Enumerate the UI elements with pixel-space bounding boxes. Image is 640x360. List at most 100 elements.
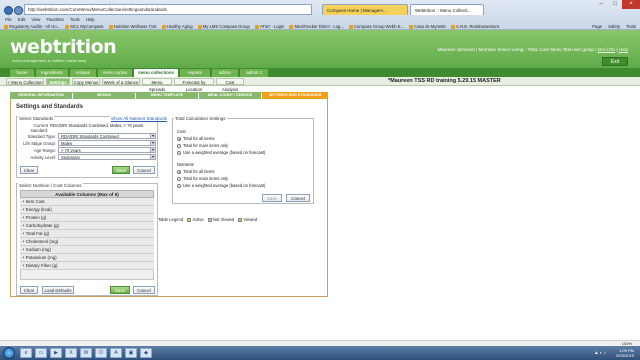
- module-tabs: home ingredients recipes menu cycles men…: [0, 68, 640, 77]
- standards-cancel-button[interactable]: Cancel: [133, 166, 155, 174]
- column-item[interactable]: + Total Fat (g): [20, 230, 154, 238]
- column-item[interactable]: + Carbohydrate (g): [20, 222, 154, 230]
- acrobat-icon[interactable]: A: [110, 348, 122, 358]
- tab-menu-cycles[interactable]: menu cycles: [98, 69, 132, 77]
- nutrient-option-all[interactable]: Total for all items: [177, 169, 214, 174]
- mail-link[interactable]: Mail (29): [598, 47, 616, 52]
- column-item-label: Protein (g): [25, 215, 47, 220]
- subnav-cost-analysis[interactable]: Cost Analysis: [216, 78, 244, 92]
- menu-view[interactable]: View: [31, 17, 40, 22]
- media-icon[interactable]: ▶: [50, 348, 62, 358]
- step-menu-template[interactable]: MENU TEMPLATE: [136, 92, 198, 99]
- maximize-icon[interactable]: □: [608, 0, 622, 9]
- standards-save-button[interactable]: Save: [112, 166, 130, 174]
- favorite-item[interactable]: Compass Group Webb E...: [349, 24, 404, 29]
- favorite-item[interactable]: Healthy Aging: [161, 24, 193, 29]
- show-all-nutrient-standards-link[interactable]: Show All Nutrient Standards: [110, 116, 169, 121]
- menu-help[interactable]: Help: [86, 17, 95, 22]
- tab-admin-2[interactable]: admin 2: [240, 69, 268, 77]
- tab-recipes[interactable]: recipes: [70, 69, 96, 77]
- word-icon[interactable]: W: [80, 348, 92, 358]
- nutrient-option-main[interactable]: Total for main items only: [177, 176, 228, 181]
- minimize-icon[interactable]: –: [594, 0, 608, 9]
- safety-menu[interactable]: Safety: [608, 24, 620, 29]
- life-stage-select[interactable]: Males ▼: [58, 140, 156, 146]
- step-meal-count-census[interactable]: MEAL COUNT / CENSUS: [199, 92, 261, 99]
- forward-icon[interactable]: [14, 6, 23, 15]
- column-item[interactable]: + Protein (g): [20, 214, 154, 222]
- back-icon[interactable]: [4, 6, 13, 15]
- menu-file[interactable]: File: [5, 17, 12, 22]
- columns-cancel-button[interactable]: Cancel: [133, 286, 155, 294]
- excel-icon[interactable]: X: [65, 348, 77, 358]
- subnav-menu-spreads[interactable]: Menu Spreads: [142, 78, 172, 92]
- legend-title: Table Legend: [158, 217, 184, 222]
- nutrient-option-weighted[interactable]: Use a weighted average (based on forecas…: [177, 183, 265, 188]
- favorite-item[interactable]: MealTracker Direct - Log...: [289, 24, 344, 29]
- column-item[interactable]: + Item Cost: [20, 198, 154, 206]
- back-to-menu-collection[interactable]: < Menu Collection: [6, 78, 44, 85]
- column-item[interactable]: + Energy (kcal): [20, 206, 154, 214]
- activity-level-select[interactable]: Sedentary ▼: [58, 154, 156, 160]
- age-range-select[interactable]: > 70 years ▼: [58, 147, 156, 153]
- tab-menu-collections[interactable]: menu collections: [134, 69, 178, 77]
- subnav-settings[interactable]: Settings: [46, 78, 70, 85]
- tab-compass-home[interactable]: Compass Home | Managem...: [322, 4, 408, 15]
- chevron-down-icon: ▼: [150, 141, 155, 145]
- subnav-week-glance[interactable]: Week of a Glance: [102, 78, 140, 85]
- tab-ingredients[interactable]: ingredients: [36, 69, 68, 77]
- app-icon[interactable]: ▣: [125, 348, 137, 358]
- favorite-item[interactable]: A.N.D. Reimbursement: [451, 24, 499, 29]
- favorite-item[interactable]: Nutrition Wellness TSS: [108, 24, 157, 29]
- page-menu[interactable]: Page: [592, 24, 602, 29]
- ie-icon[interactable]: e: [20, 348, 32, 358]
- step-menus[interactable]: MENUS: [73, 92, 135, 99]
- cost-option-all[interactable]: Total for all items: [177, 136, 214, 141]
- standard-type-select[interactable]: RDA/DRI Standards Combined ▼: [58, 133, 156, 139]
- menu-edit[interactable]: Edit: [18, 17, 25, 22]
- address-bar[interactable]: http://webtrition.com/CoreMenu/MenuColle…: [24, 4, 312, 15]
- favorite-item[interactable]: AT&T - Login: [254, 24, 284, 29]
- subnav-forecast-location[interactable]: Forecast by Location: [174, 78, 214, 92]
- column-item[interactable]: + Cholesterol (mg): [20, 238, 154, 246]
- outlook-icon[interactable]: O: [95, 348, 107, 358]
- standards-clear-button[interactable]: Clear: [20, 166, 38, 174]
- tab-webtrition[interactable]: Webtrition :: Menu Collecti...: [410, 4, 484, 15]
- folder-icon[interactable]: ▭: [35, 348, 47, 358]
- tools-menu[interactable]: Tools: [626, 24, 636, 29]
- tab-admin[interactable]: admin: [212, 69, 238, 77]
- calc-save-button[interactable]: Save: [262, 194, 282, 202]
- age-range-label: Age Range:: [33, 148, 56, 153]
- system-tray[interactable]: ▲ ◐ ♪: [594, 350, 606, 355]
- age-range-value: > 70 years: [61, 148, 81, 153]
- columns-save-button[interactable]: Save: [110, 286, 130, 294]
- start-button[interactable]: [3, 347, 15, 359]
- calc-cancel-button[interactable]: Cancel: [286, 194, 310, 202]
- columns-clear-button[interactable]: Clear: [20, 286, 38, 294]
- exit-button[interactable]: Exit: [602, 57, 628, 66]
- browser-chrome: http://webtrition.com/CoreMenu/MenuColle…: [0, 0, 640, 30]
- load-defaults-button[interactable]: Load Defaults: [42, 286, 74, 294]
- tab-reports[interactable]: reports: [180, 69, 210, 77]
- app-icon[interactable]: ◆: [140, 348, 152, 358]
- cost-option-weighted[interactable]: Use a weighted average (based on forecas…: [177, 150, 265, 155]
- close-icon[interactable]: ×: [622, 0, 640, 9]
- menu-favorites[interactable]: Favorites: [47, 17, 64, 22]
- clock[interactable]: 1:09 PM 5/29/2015: [616, 348, 634, 358]
- webtrition-logo[interactable]: webtrition: [10, 36, 117, 58]
- tab-home[interactable]: home: [10, 69, 34, 77]
- menu-tools[interactable]: Tools: [70, 17, 80, 22]
- column-item[interactable]: + Dietary Fiber (g): [20, 262, 154, 270]
- step-settings-and-standards[interactable]: SETTINGS AND STANDARDS: [262, 92, 328, 99]
- step-general-information[interactable]: GENERAL INFORMATION: [10, 92, 72, 99]
- cost-option-main[interactable]: Total for main items only: [177, 143, 228, 148]
- favorite-item[interactable]: Casa de Mynette: [409, 24, 446, 29]
- favorite-item[interactable]: Regulatory Audits - All Go...: [4, 24, 60, 29]
- column-item[interactable]: + Potassium (mg): [20, 254, 154, 262]
- help-link[interactable]: Help: [619, 47, 628, 52]
- subnav-copy-menus[interactable]: Copy Menus: [72, 78, 100, 85]
- favorite-item[interactable]: My LMS Compass Group: [197, 24, 250, 29]
- column-item[interactable]: + Sodium (mg): [20, 246, 154, 254]
- total-calculation-box: [172, 118, 314, 204]
- favorite-item[interactable]: MCL MyCompass: [65, 24, 104, 29]
